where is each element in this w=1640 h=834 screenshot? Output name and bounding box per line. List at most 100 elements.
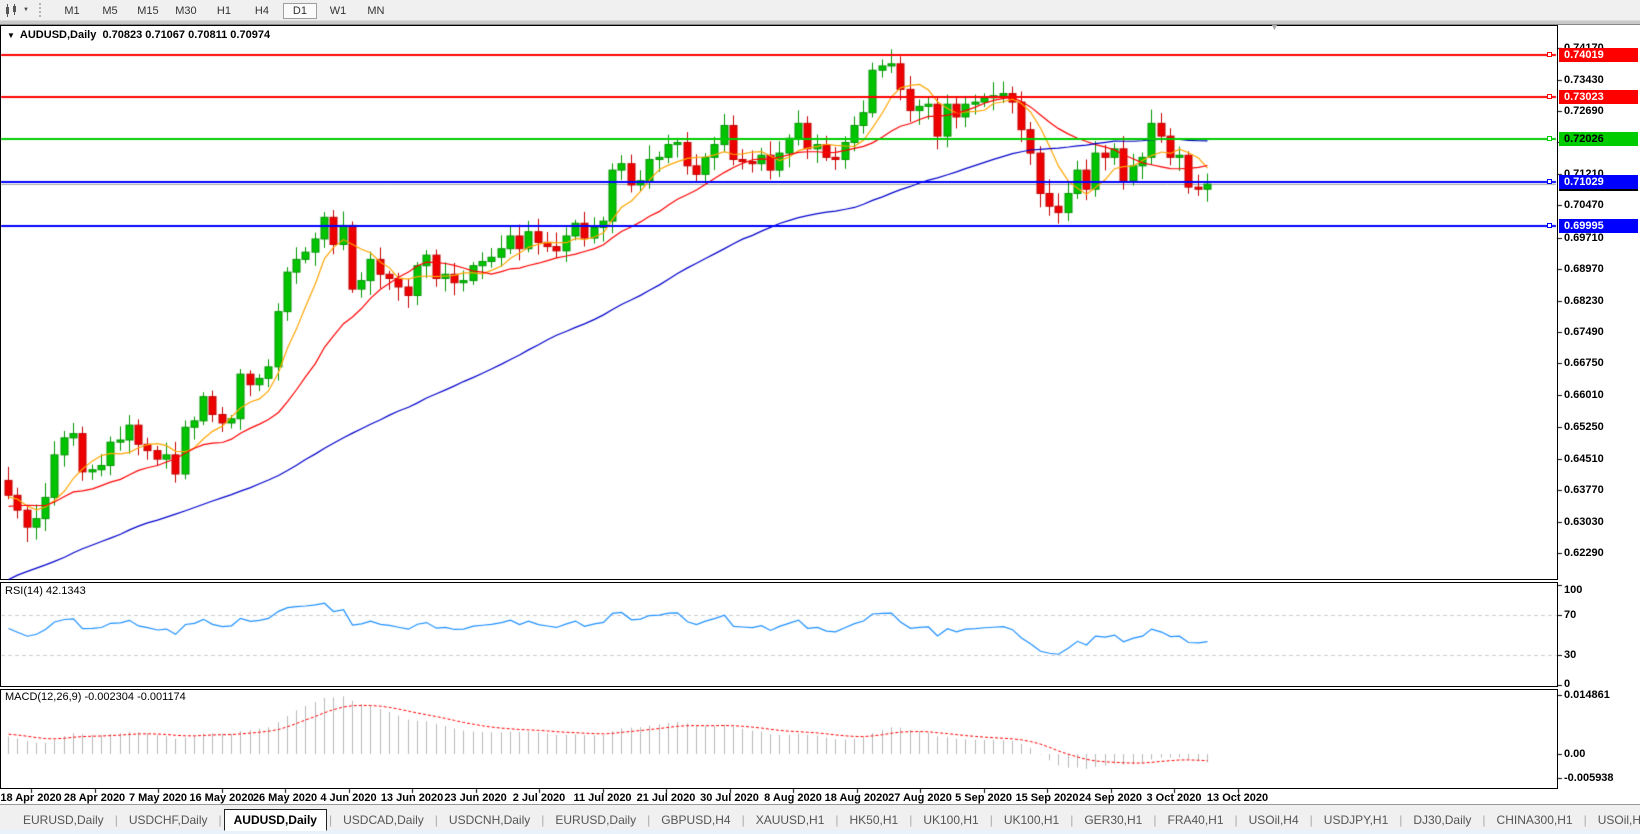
date-axis-label: 2 Jul 2020 xyxy=(512,792,566,804)
chart-tab-usdcad-daily[interactable]: USDCAD,Daily xyxy=(334,810,433,830)
price-axis-tick-label: 0.64510 xyxy=(1564,452,1604,465)
macd-axis-tick-label: -0.005938 xyxy=(1564,771,1614,784)
chart-tab-xauusd-h1[interactable]: XAUUSD,H1 xyxy=(747,810,834,830)
tab-separator: | xyxy=(741,812,745,827)
date-axis-label: 3 Oct 2020 xyxy=(1146,792,1202,804)
timeframe-button-m5[interactable]: M5 xyxy=(93,3,127,19)
rsi-indicator-label: RSI(14) 42.1343 xyxy=(5,585,86,597)
timeframe-button-m30[interactable]: M30 xyxy=(169,3,203,19)
tab-separator: | xyxy=(1309,812,1313,827)
rsi-axis-tick-label: 30 xyxy=(1564,649,1577,661)
date-axis-label: 13 Jun 2020 xyxy=(380,792,444,804)
date-axis-label: 28 Apr 2020 xyxy=(63,792,126,804)
chart-tab-eurusd-daily[interactable]: EURUSD,Daily xyxy=(14,810,113,830)
collapse-icon: ▼ xyxy=(7,31,15,40)
chart-tab-usoil-h1[interactable]: USOil,H1 xyxy=(1589,810,1640,830)
tab-separator: | xyxy=(1482,812,1486,827)
date-axis-label: 23 Jun 2020 xyxy=(444,792,507,804)
candlestick-chart-icon xyxy=(6,3,16,17)
autoscroll-marker-icon[interactable]: ▼ xyxy=(1270,23,1279,32)
price-axis-tick-label: 0.70470 xyxy=(1564,199,1604,212)
chart-tab-usdjpy-h1[interactable]: USDJPY,H1 xyxy=(1315,810,1397,830)
hline-handle[interactable] xyxy=(1547,51,1552,57)
hline-handle[interactable] xyxy=(1547,136,1552,142)
chart-tab-hk50-h1[interactable]: HK50,H1 xyxy=(841,810,908,830)
tab-separator: | xyxy=(1234,812,1238,827)
chart-title: ▼ AUDUSD,Daily 0.70823 0.71067 0.70811 0.… xyxy=(7,29,270,41)
date-axis-label: 18 Apr 2020 xyxy=(0,792,62,804)
tab-separator: | xyxy=(328,812,333,827)
chart-tab-gbpusd-h4[interactable]: GBPUSD,H4 xyxy=(652,810,739,830)
date-axis-label: 4 Jun 2020 xyxy=(320,792,377,804)
price-axis-tick-label: 0.73430 xyxy=(1564,73,1604,86)
chart-tab-usdchf-daily[interactable]: USDCHF,Daily xyxy=(120,810,217,830)
tab-separator: | xyxy=(541,812,545,827)
price-axis-tick-label: 0.63770 xyxy=(1564,484,1604,497)
chart-tab-fra40-h1[interactable]: FRA40,H1 xyxy=(1158,810,1232,830)
price-axis-tick-label: 0.67490 xyxy=(1564,326,1604,339)
chart-symbol-period: AUDUSD,Daily xyxy=(19,29,97,41)
timeframe-button-h4[interactable]: H4 xyxy=(245,3,279,19)
timeframe-toolbar: M1 M5 M15 M30 H1 H4 D1 W1 MN xyxy=(53,1,395,19)
hline-price-label: 0.71029 xyxy=(1559,174,1638,189)
date-axis-label: 18 Aug 2020 xyxy=(824,792,889,804)
price-axis-tick-label: 0.66010 xyxy=(1564,388,1604,401)
date-axis-label: 7 May 2020 xyxy=(128,792,188,804)
date-axis-label: 24 Sep 2020 xyxy=(1079,792,1142,804)
tab-separator: | xyxy=(647,812,651,827)
price-axis-tick-label: 0.66750 xyxy=(1564,357,1604,370)
chart-tab-uk100-h1[interactable]: UK100,H1 xyxy=(914,810,987,830)
hline-price-label: 0.72026 xyxy=(1559,132,1638,147)
tab-separator: | xyxy=(1070,812,1074,827)
chart-ohlc-values: 0.70823 0.71067 0.70811 0.70974 xyxy=(102,29,271,41)
price-axis-tick-label: 0.65250 xyxy=(1564,421,1604,434)
tab-separator: | xyxy=(1153,812,1157,827)
chart-tab-eurusd-daily[interactable]: EURUSD,Daily xyxy=(546,810,645,830)
timeframe-button-d1[interactable]: D1 xyxy=(282,3,317,19)
hline-handle[interactable] xyxy=(1547,93,1552,99)
toolbar: ▼ M1 M5 M15 M30 H1 H4 D1 W1 MN xyxy=(0,0,1640,21)
chart-tab-audusd-daily[interactable]: AUDUSD,Daily xyxy=(223,808,327,831)
date-axis-label: 30 Jul 2020 xyxy=(700,792,759,804)
rsi-axis-tick-label: 100 xyxy=(1564,584,1583,596)
chart-tab-bar: EURUSD,Daily | USDCHF,Daily | AUDUSD,Daily | U… xyxy=(0,804,1640,834)
hline-handle[interactable] xyxy=(1547,222,1552,228)
date-axis-label: 27 Aug 2020 xyxy=(888,792,952,804)
macd-axis-tick-label: 0.00 xyxy=(1564,748,1586,760)
chart-canvas[interactable] xyxy=(0,0,1640,834)
hline-handle[interactable] xyxy=(1547,178,1552,184)
timeframe-button-m1[interactable]: M1 xyxy=(55,3,89,19)
tab-separator: | xyxy=(114,812,118,827)
tabbar-bottom-strip xyxy=(0,830,1640,834)
chart-tab-dj30-daily[interactable]: DJ30,Daily xyxy=(1404,810,1480,830)
date-axis-label: 16 May 2020 xyxy=(189,792,254,804)
date-axis-label: 8 Aug 2020 xyxy=(764,792,822,804)
chart-tab-usoil-h4[interactable]: USOil,H4 xyxy=(1240,810,1308,830)
chart-tab-usdcnh-daily[interactable]: USDCNH,Daily xyxy=(440,810,539,830)
tab-separator: | xyxy=(218,812,222,827)
price-axis-tick-label: 0.62290 xyxy=(1564,547,1604,560)
date-axis-label: 11 Jul 2020 xyxy=(573,792,632,804)
date-axis-label: 21 Jul 2020 xyxy=(636,792,696,804)
hline-price-label: 0.73023 xyxy=(1559,89,1638,104)
chart-tab-ger30-h1[interactable]: GER30,H1 xyxy=(1075,810,1151,830)
hline-price-label: 0.69995 xyxy=(1559,218,1638,233)
chart-tab-china300-h1[interactable]: CHINA300,H1 xyxy=(1488,810,1582,830)
tab-separator: | xyxy=(909,812,913,827)
tab-separator: | xyxy=(989,812,993,827)
tab-separator: | xyxy=(1583,812,1587,827)
timeframe-button-h1[interactable]: H1 xyxy=(207,3,241,19)
chart-tab-uk100-h1[interactable]: UK100,H1 xyxy=(995,810,1068,830)
date-axis-label: 26 May 2020 xyxy=(252,792,318,804)
timeframe-button-m15[interactable]: M15 xyxy=(131,3,165,19)
chart-type-button[interactable]: ▼ xyxy=(4,3,29,17)
toolbar-separator xyxy=(38,3,45,17)
price-axis-tick-label: 0.72690 xyxy=(1564,105,1604,117)
date-axis-label: 13 Oct 2020 xyxy=(1206,792,1269,804)
timeframe-button-mn[interactable]: MN xyxy=(359,3,393,19)
tab-separator: | xyxy=(434,812,438,827)
date-axis-label: 5 Sep 2020 xyxy=(955,792,1012,804)
chevron-down-icon: ▼ xyxy=(23,7,29,13)
price-axis-tick-label: 0.69710 xyxy=(1564,231,1604,244)
timeframe-button-w1[interactable]: W1 xyxy=(321,3,355,19)
